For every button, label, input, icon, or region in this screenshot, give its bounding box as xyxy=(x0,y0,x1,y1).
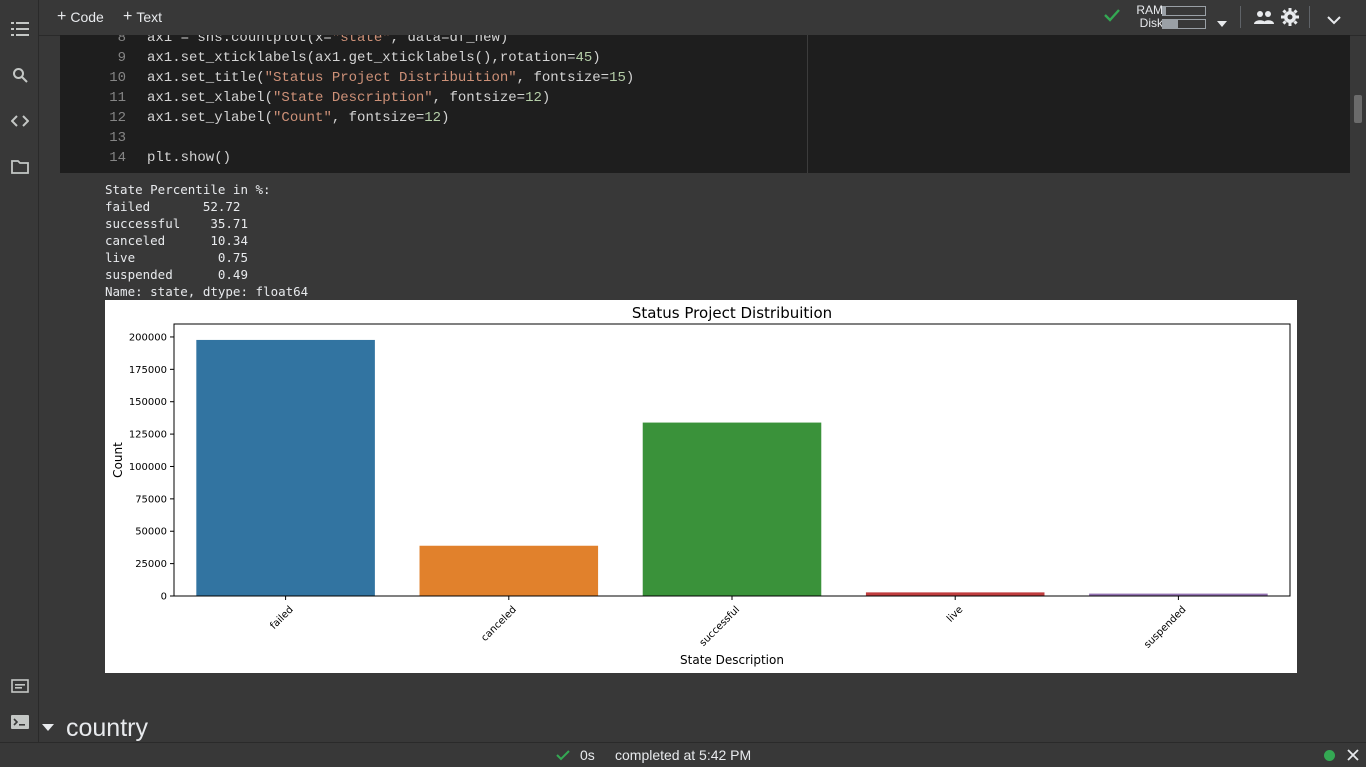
code-line[interactable]: 10 ax1.set_title("Status Project Distribu… xyxy=(60,68,634,88)
command-palette-icon[interactable] xyxy=(9,675,31,697)
cell-output-text: State Percentile in %: failed 52.72 succ… xyxy=(105,182,309,299)
code-line[interactable]: 14 plt.show() xyxy=(60,148,231,168)
files-folder-icon[interactable] xyxy=(9,156,31,178)
completed-time[interactable]: completed at 5:42 PM xyxy=(615,747,751,763)
code-text: ax1.set_title("Status Project Distribuit… xyxy=(147,70,635,86)
notebook-toolbar: + Code + Text RAM Disk xyxy=(39,0,1366,36)
code-line[interactable]: 13 xyxy=(60,128,126,148)
connected-check-icon xyxy=(1104,8,1120,27)
y-tick-label: 25000 xyxy=(135,559,167,570)
status-bar: 0s completed at 5:42 PM xyxy=(0,742,1366,767)
line-number: 12 xyxy=(109,110,126,126)
table-of-contents-icon[interactable] xyxy=(9,18,31,40)
terminal-icon[interactable] xyxy=(9,711,31,733)
x-tick-label: suspended xyxy=(1142,604,1188,650)
plus-icon: + xyxy=(123,8,133,25)
resources-dropdown-icon[interactable] xyxy=(1217,14,1227,32)
disk-label: Disk xyxy=(1139,16,1163,30)
code-text: plt.show() xyxy=(147,150,232,166)
ram-usage-bar[interactable] xyxy=(1162,6,1206,16)
bar-failed xyxy=(196,339,375,596)
resource-labels[interactable]: RAM Disk xyxy=(1127,4,1163,30)
code-line[interactable]: 8 ax1 = sns.countplot(x="state", data=df_… xyxy=(60,35,509,48)
add-code-cell-button[interactable]: + Code xyxy=(57,7,104,27)
y-tick-label: 125000 xyxy=(129,430,167,441)
x-axis-label: State Description xyxy=(680,653,784,667)
share-people-icon[interactable] xyxy=(1254,10,1274,29)
elapsed-time: 0s xyxy=(580,747,595,763)
editor-ruler xyxy=(807,35,808,173)
chart-title: Status Project Distribuition xyxy=(632,304,832,322)
code-text: ax1.set_ylabel("Count", fontsize=12) xyxy=(147,110,450,126)
bar-successful xyxy=(642,422,822,596)
code-snippets-icon[interactable] xyxy=(9,110,31,132)
code-text: ax1.set_xticklabels(ax1.get_xticklabels(… xyxy=(147,50,601,66)
section-header-country[interactable]: country xyxy=(42,713,148,743)
code-line[interactable]: 12 ax1.set_ylabel("Count", fontsize=12) xyxy=(60,108,449,128)
add-text-label: Text xyxy=(136,9,163,25)
y-tick-label: 150000 xyxy=(129,397,167,408)
y-tick-label: 100000 xyxy=(129,462,167,473)
code-line[interactable]: 9 ax1.set_xticklabels(ax1.get_xticklabels… xyxy=(60,48,601,68)
scrollbar-thumb[interactable] xyxy=(1354,95,1362,123)
line-number: 9 xyxy=(117,50,126,66)
y-tick-label: 50000 xyxy=(135,527,167,538)
chart-svg: Status Project Distribuition 0 25000 50000 7… xyxy=(111,304,1291,667)
y-tick-label: 0 xyxy=(161,592,167,603)
disk-usage-fill xyxy=(1163,20,1178,28)
collapse-chevron-icon[interactable] xyxy=(1327,12,1341,30)
ram-usage-fill xyxy=(1163,7,1167,15)
add-code-label: Code xyxy=(70,9,104,25)
x-tick-label: failed xyxy=(268,604,295,631)
y-tick-label: 200000 xyxy=(129,332,167,343)
settings-gear-icon[interactable] xyxy=(1281,8,1299,31)
close-icon[interactable] xyxy=(1347,748,1359,764)
toolbar-divider xyxy=(1240,6,1241,28)
runtime-status-dot[interactable] xyxy=(1324,750,1335,761)
section-title: country xyxy=(66,713,148,742)
toolbar-divider xyxy=(1309,6,1310,28)
line-number: 8 xyxy=(117,35,126,46)
y-axis-label: Count xyxy=(111,442,125,478)
bar-live xyxy=(865,592,1045,596)
collapse-section-icon[interactable] xyxy=(42,724,54,732)
bar-chart: Status Project Distribuition 0 25000 50000 7… xyxy=(105,300,1297,673)
search-icon[interactable] xyxy=(9,64,31,86)
code-cell[interactable]: 8 ax1 = sns.countplot(x="state", data=df_… xyxy=(60,35,1350,173)
code-text: ax1.set_xlabel("State Description", font… xyxy=(147,90,551,106)
line-number: 10 xyxy=(109,70,126,86)
bar-canceled xyxy=(419,545,599,596)
plus-icon: + xyxy=(57,8,67,25)
x-tick-label: successful xyxy=(698,604,742,648)
line-number: 14 xyxy=(109,150,126,166)
status-check-icon xyxy=(556,748,570,764)
code-line[interactable]: 11 ax1.set_xlabel("State Description", fo… xyxy=(60,88,550,108)
add-text-cell-button[interactable]: + Text xyxy=(123,7,162,27)
left-rail xyxy=(0,0,39,767)
code-text: ax1 = sns.countplot(x="state", data=df_n… xyxy=(147,35,509,46)
y-tick-label: 75000 xyxy=(135,494,167,505)
y-tick-label: 175000 xyxy=(129,365,167,376)
line-number: 13 xyxy=(109,130,126,146)
x-tick-label: live xyxy=(945,604,965,624)
x-tick-label: canceled xyxy=(479,604,519,644)
disk-usage-bar[interactable] xyxy=(1162,19,1206,29)
line-number: 11 xyxy=(109,90,126,106)
